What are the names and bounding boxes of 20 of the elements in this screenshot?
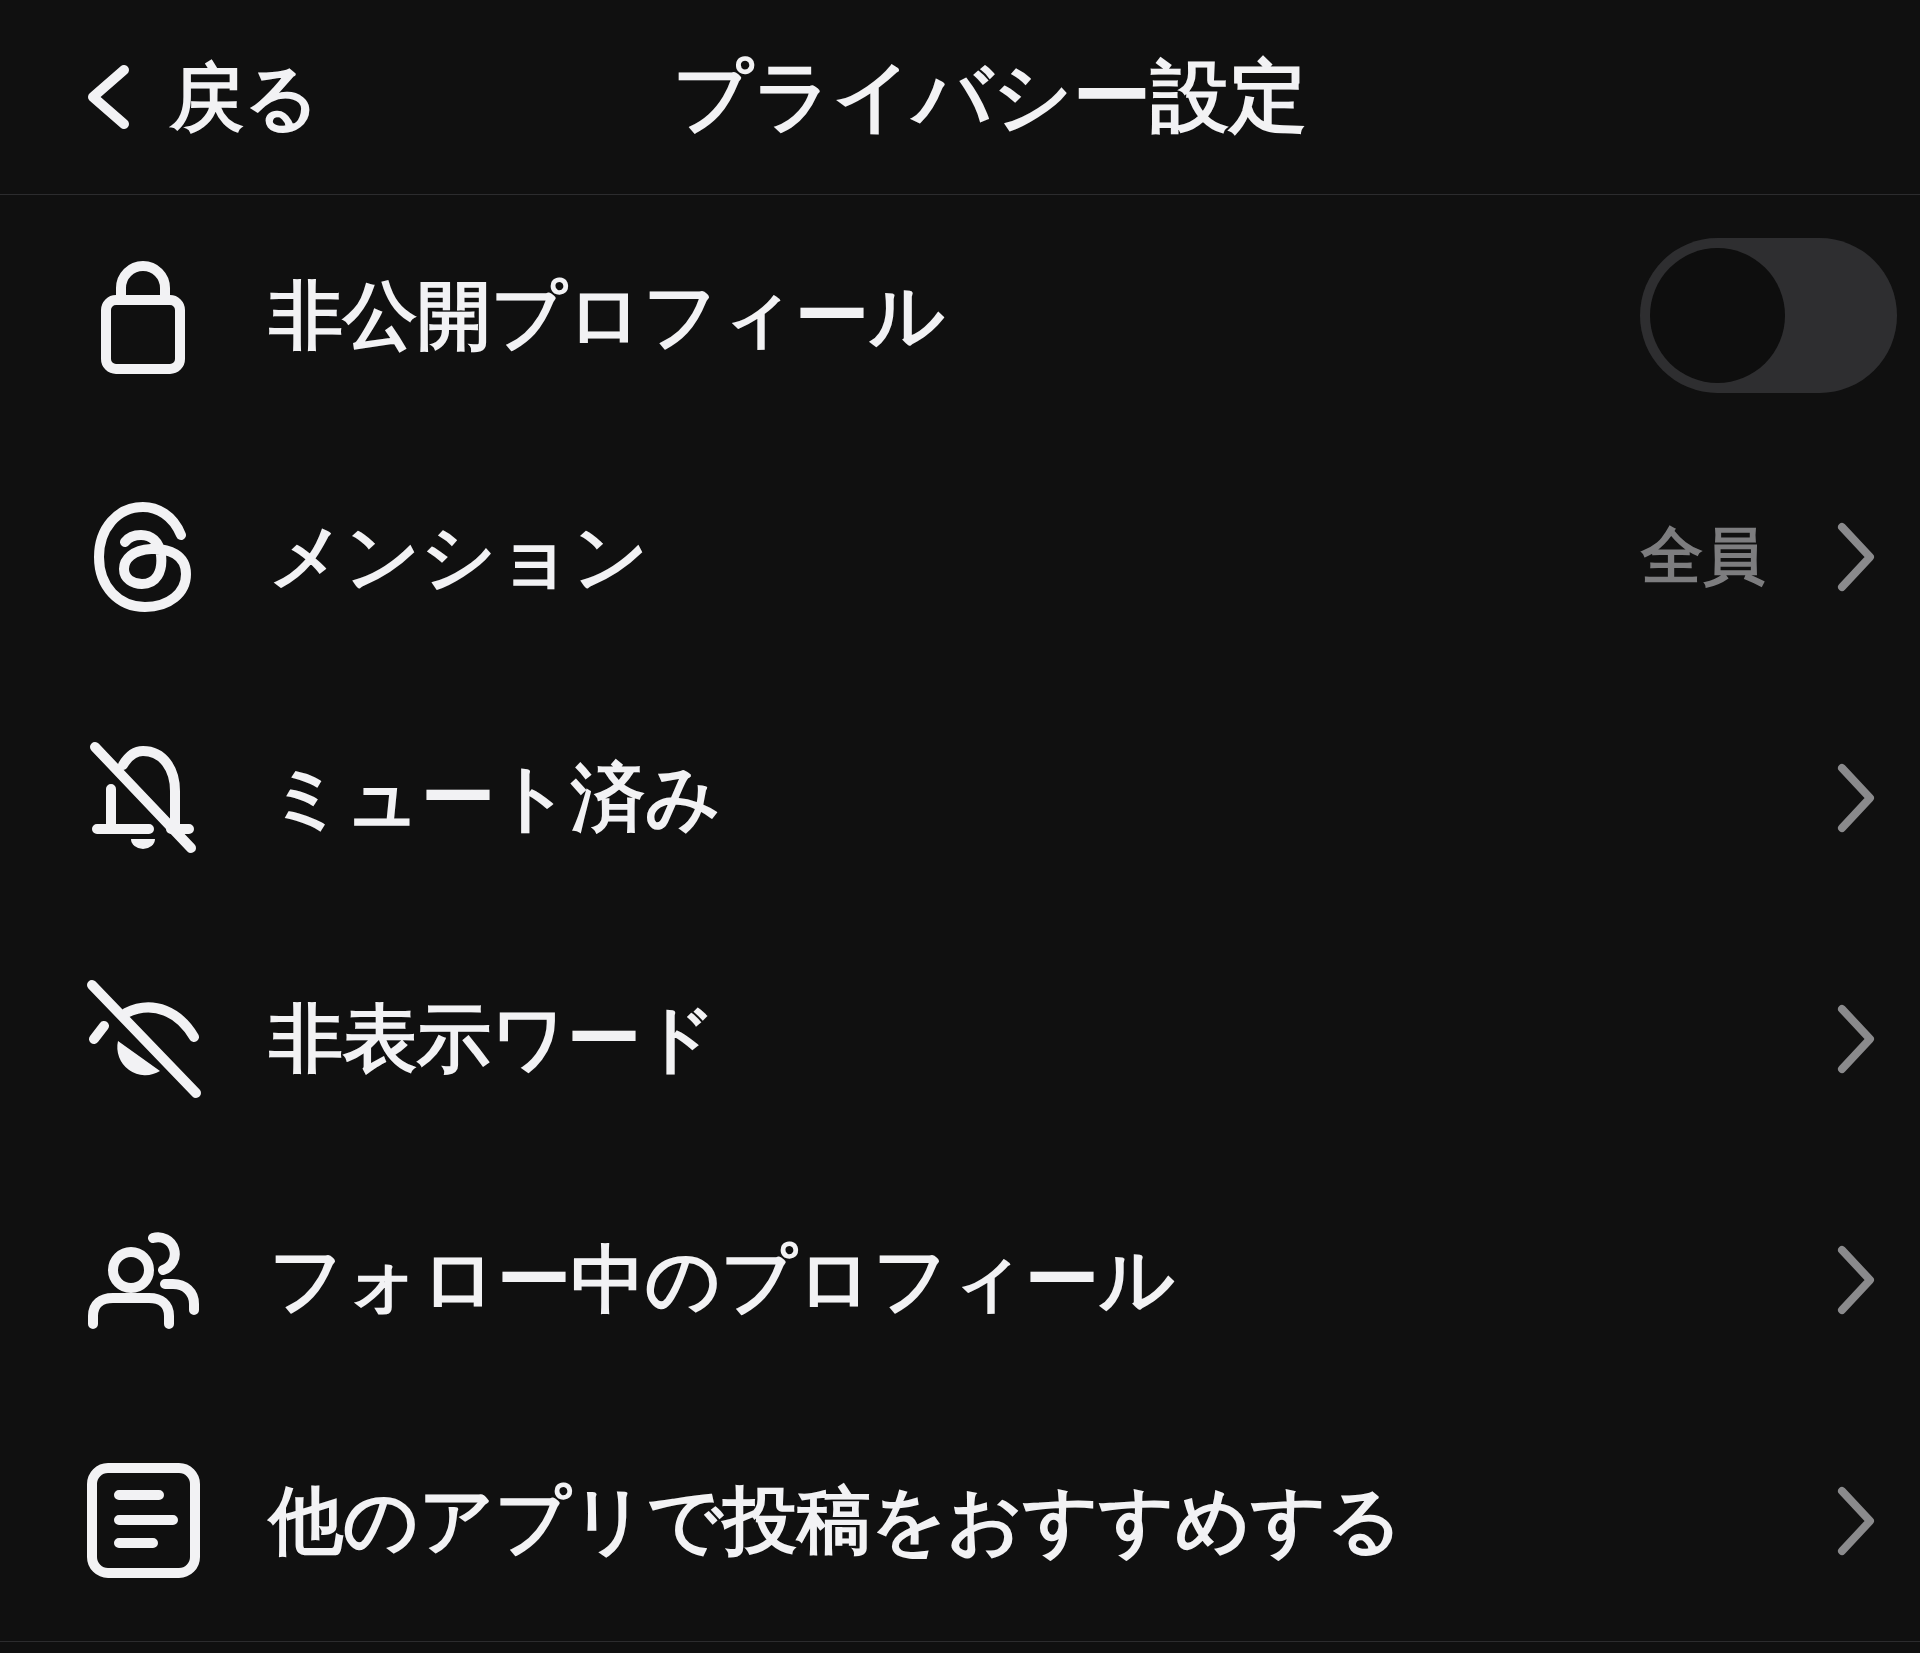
bell-slash-icon — [87, 739, 199, 856]
chevron-right-icon — [1837, 1485, 1875, 1556]
chevron-right-icon — [1837, 1003, 1875, 1074]
chevron-left-icon — [86, 65, 130, 129]
setting-value: 全員 — [1641, 522, 1765, 591]
back-button[interactable]: 戻る — [86, 60, 320, 134]
screen-title: プライバシー設定 — [673, 54, 1307, 140]
setting-label[interactable]: ミュート済み — [269, 756, 721, 839]
setting-label[interactable]: メンション — [269, 515, 649, 598]
setting-label[interactable]: 他のアプリで投稿をおすすめする — [269, 1479, 1403, 1562]
chevron-right-icon — [1837, 521, 1875, 592]
setting-label[interactable]: フォロー中のプロフィール — [269, 1238, 1175, 1321]
people-icon — [86, 1229, 200, 1330]
at-sign-icon — [93, 500, 193, 613]
chevron-right-icon — [1837, 1244, 1875, 1315]
setting-label: 非公開プロフィール — [269, 274, 945, 357]
chevron-right-icon — [1837, 762, 1875, 833]
setting-label[interactable]: 非表示ワード — [269, 997, 717, 1080]
eye-slash-icon — [84, 978, 202, 1099]
document-icon — [86, 1463, 200, 1578]
